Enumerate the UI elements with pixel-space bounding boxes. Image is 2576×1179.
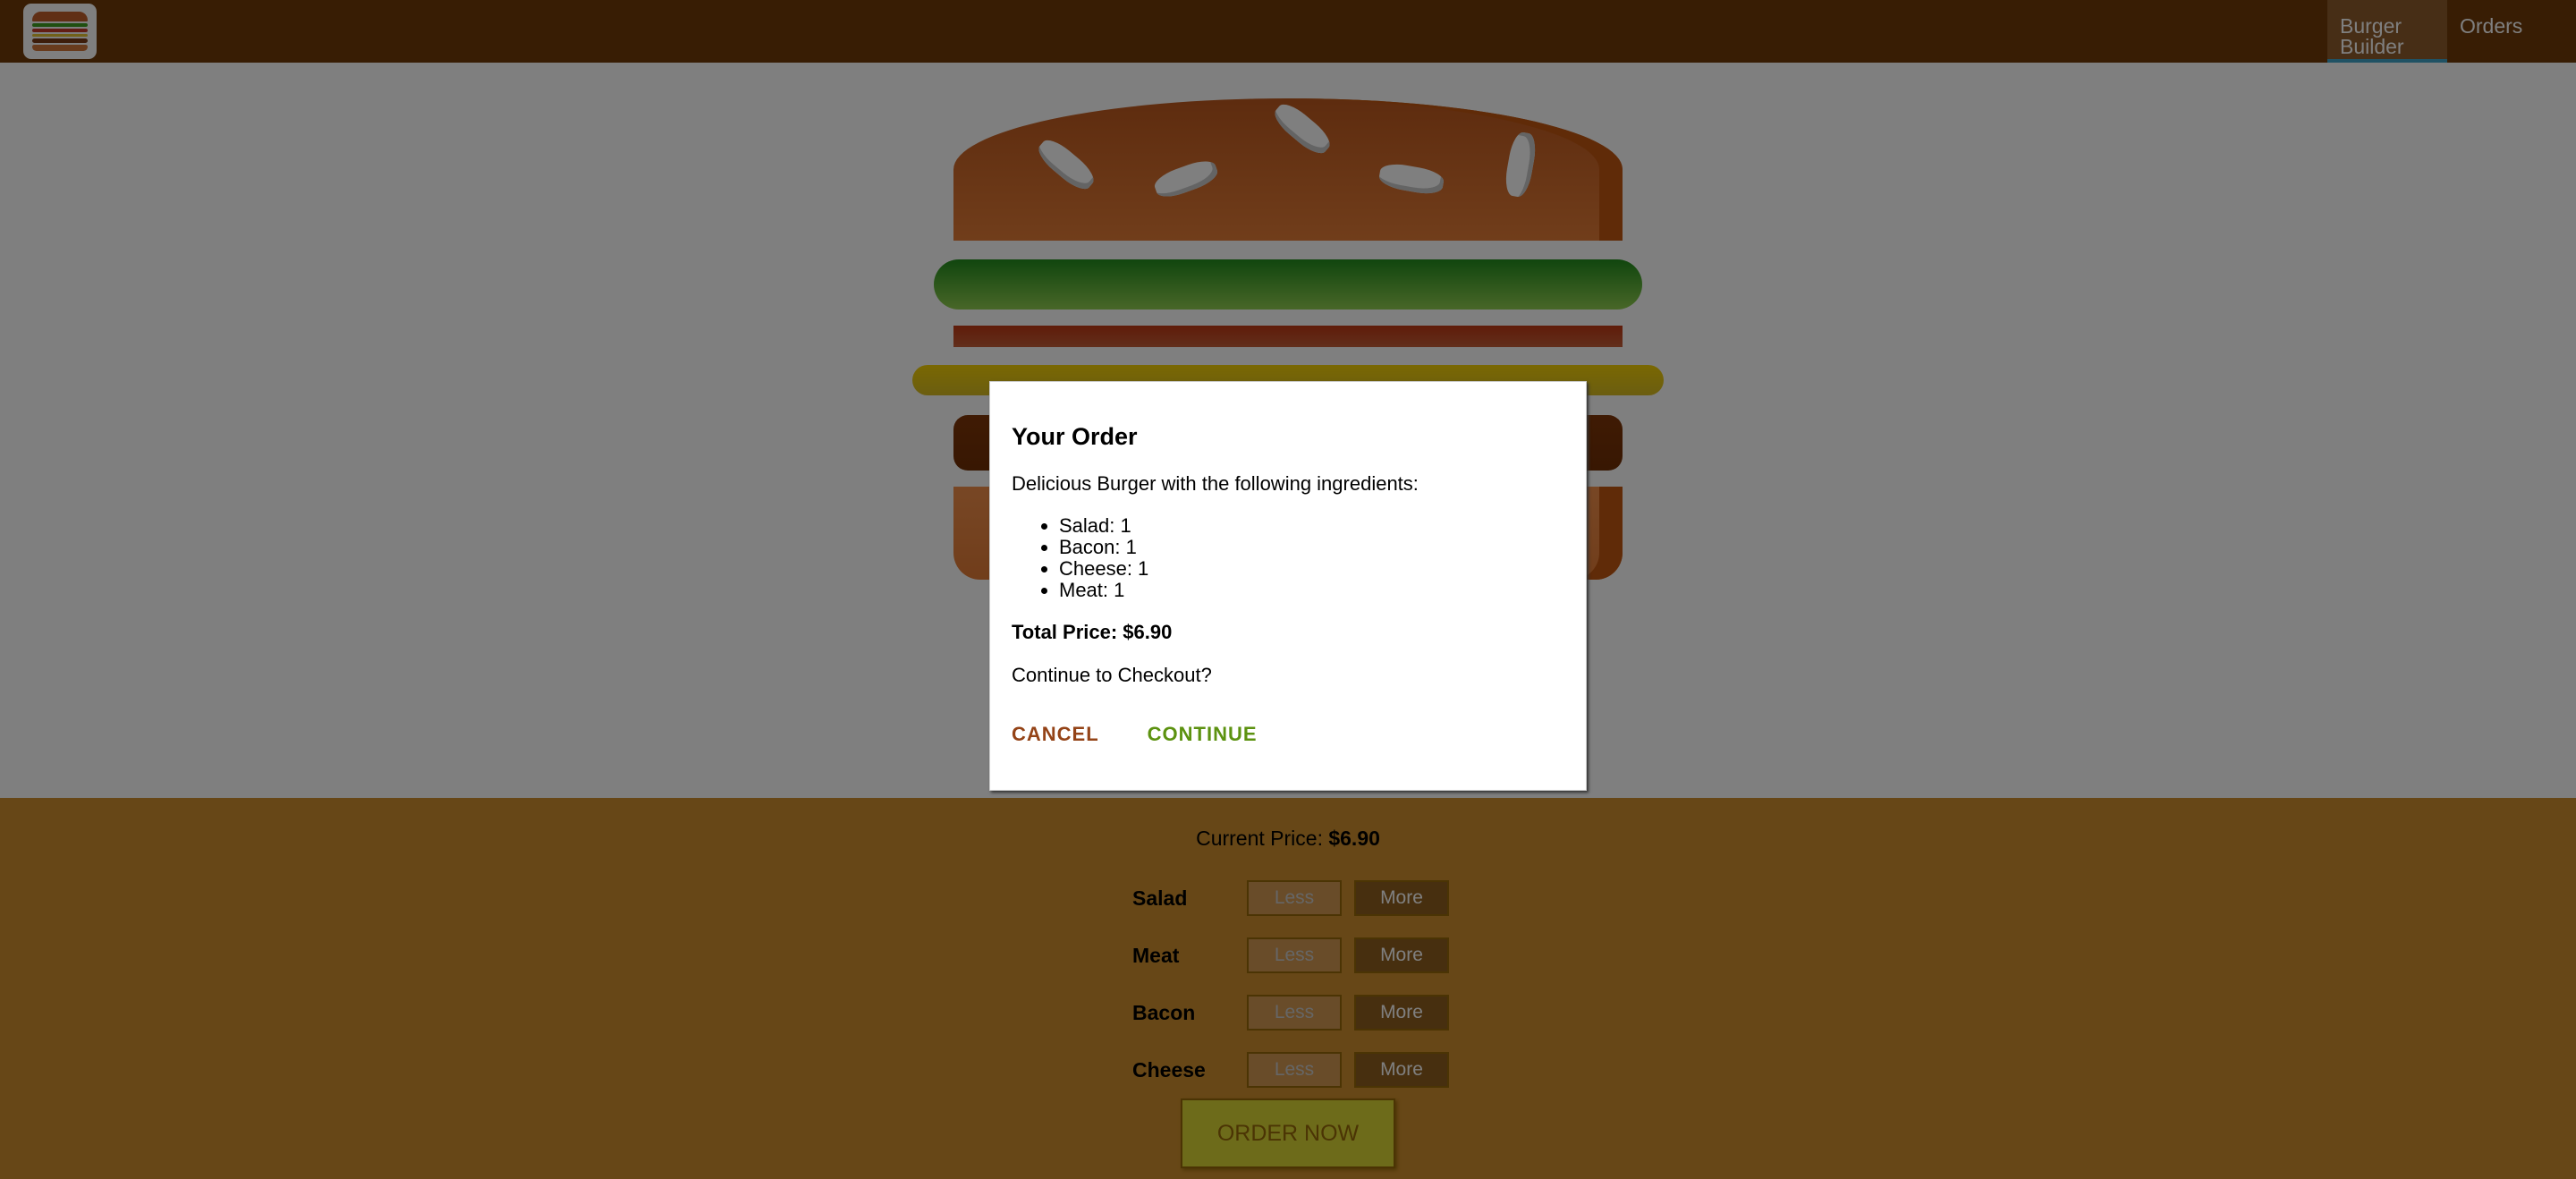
ingredient-item: Salad: 1 [1059,515,1564,537]
cancel-button[interactable]: CANCEL [1012,723,1099,746]
order-summary-modal: Your Order Delicious Burger with the fol… [989,381,1587,791]
ingredient-item: Bacon: 1 [1059,537,1564,558]
checkout-question: Continue to Checkout? [1012,664,1212,686]
ingredient-item: Cheese: 1 [1059,558,1564,580]
ingredient-list: Salad: 1 Bacon: 1 Cheese: 1 Meat: 1 [1059,515,1564,601]
modal-title: Your Order [1012,423,1138,450]
modal-actions: CANCEL CONTINUE [1012,723,1564,746]
continue-button[interactable]: CONTINUE [1148,723,1258,746]
modal-intro: Delicious Burger with the following ingr… [1012,472,1419,495]
ingredient-item: Meat: 1 [1059,580,1564,601]
total-price: Total Price: $6.90 [1012,621,1173,643]
